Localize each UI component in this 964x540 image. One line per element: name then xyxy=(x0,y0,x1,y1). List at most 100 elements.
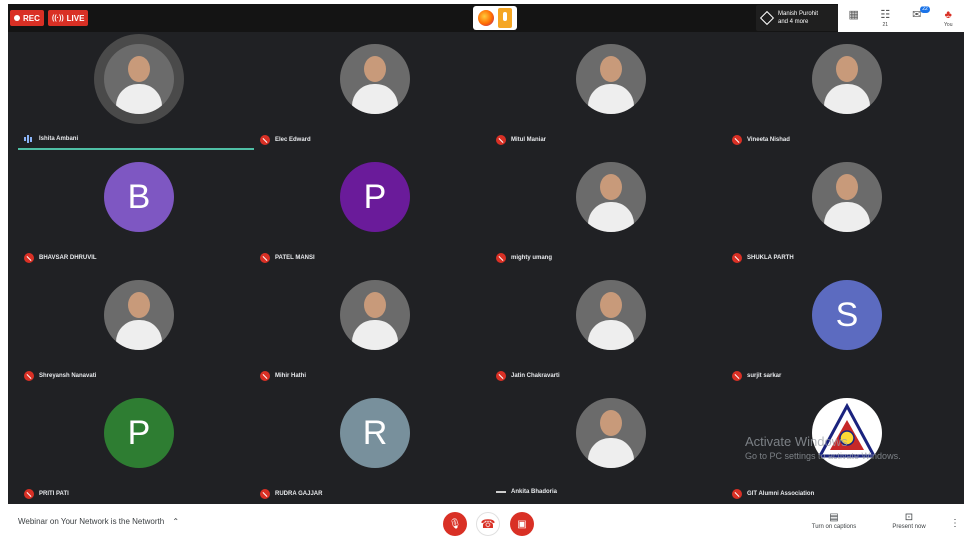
participant-initial-avatar: S xyxy=(812,280,882,350)
presenting-icon xyxy=(759,10,775,26)
hang-up-icon: ☎ xyxy=(480,517,496,531)
camera-off-icon: ▣ xyxy=(517,518,527,530)
audio-level-icon xyxy=(24,135,34,143)
participant-tile[interactable]: Mitul Maniar xyxy=(490,32,726,150)
participant-tile[interactable]: Vineeta Nishad xyxy=(726,32,962,150)
camera-toggle-button[interactable]: ▣ xyxy=(510,512,534,536)
participant-initial-avatar: R xyxy=(340,398,410,468)
presenter-name: Manish Purohit xyxy=(778,11,819,17)
participant-tile[interactable]: Ssurjit sarkar xyxy=(726,268,962,386)
participant-tile[interactable]: P PRITI PATI xyxy=(18,386,254,504)
record-dot-icon xyxy=(14,15,20,21)
participant-photo xyxy=(340,280,410,350)
avatar-initial: P xyxy=(363,177,387,216)
avatar-initial: S xyxy=(835,295,859,334)
mic-muted-icon xyxy=(260,371,270,381)
chat-button[interactable]: ✉ 22 xyxy=(908,6,930,28)
avatar-initial: B xyxy=(127,177,151,216)
participant-name: Shreyansh Nanavati xyxy=(39,373,97,379)
chevron-up-icon: ⌃ xyxy=(172,517,180,526)
participant-tile[interactable]: Shreyansh Nanavati xyxy=(18,268,254,386)
present-now-button[interactable]: ⊡ Present now xyxy=(882,512,936,530)
participant-tile[interactable]: Elec Edward xyxy=(254,32,490,150)
participant-label: Ishita Ambani xyxy=(24,135,78,143)
participant-tile[interactable]: Ishita Ambani xyxy=(18,32,254,150)
present-icon: ⊡ xyxy=(904,512,914,523)
participant-tile[interactable]: Ankita Bhadoria xyxy=(490,386,726,504)
recording-badge: REC xyxy=(10,10,44,26)
participant-tile[interactable]: Mihir Hathi xyxy=(254,268,490,386)
more-options-button[interactable]: ⋮ xyxy=(950,518,960,529)
meeting-title: Webinar on Your Network is the Networth xyxy=(18,517,165,526)
mic-muted-icon xyxy=(496,371,506,381)
participant-name: mighty umang xyxy=(511,255,553,261)
participant-name: surjit sarkar xyxy=(747,373,782,379)
participant-tile[interactable]: R RUDRA GAJJAR xyxy=(254,386,490,504)
participant-label: Vineeta Nishad xyxy=(732,135,790,145)
mic-muted-icon xyxy=(732,489,742,499)
participant-photo xyxy=(576,162,646,232)
presenter-chip[interactable]: Manish Purohit and 4 more xyxy=(756,5,838,31)
participant-tile[interactable]: Jatin Chakravarti xyxy=(490,268,726,386)
watermark-subtitle: Go to PC settings to activate Windows. xyxy=(745,451,901,461)
people-count: 21 xyxy=(882,22,889,28)
participant-name: PATEL MANSI xyxy=(275,255,315,261)
participant-label: PATEL MANSI xyxy=(260,253,315,263)
participant-label: Mitul Maniar xyxy=(496,135,546,145)
people-button[interactable]: ☷ 21 xyxy=(876,8,894,28)
participant-tile[interactable]: P PATEL MANSI xyxy=(254,150,490,268)
activities-button[interactable]: ♣ You xyxy=(939,8,957,28)
info-button[interactable]: ▦ xyxy=(845,8,863,28)
participant-label: Elec Edward xyxy=(260,135,311,145)
meet-window: REC ((·)) LIVE Manish Purohit and 4 more… xyxy=(0,0,964,540)
microphone-toggle-button[interactable]: 🎙︎ xyxy=(443,512,467,536)
participant-name: Vineeta Nishad xyxy=(747,137,790,143)
participant-name: RUDRA GAJJAR xyxy=(275,491,323,497)
people-icon: ☷ xyxy=(880,9,891,21)
participant-initial-avatar: B xyxy=(104,162,174,232)
participant-label: Mihir Hathi xyxy=(260,371,306,381)
top-right-controls: ▦ ☷ 21 ✉ 22 ♣ You xyxy=(838,4,964,32)
captions-icon: ▤ xyxy=(829,512,839,523)
audio-idle-icon xyxy=(496,491,506,493)
participant-photo xyxy=(812,44,882,114)
meeting-details-button[interactable]: Webinar on Your Network is the Networth … xyxy=(18,517,179,526)
participant-label: mighty umang xyxy=(496,253,552,263)
participant-label: Shreyansh Nanavati xyxy=(24,371,96,381)
avatar-initial: R xyxy=(362,413,388,452)
chat-badge: 22 xyxy=(920,6,930,13)
participant-label: BHAVSAR DHRUVIL xyxy=(24,253,97,263)
participant-name: GIT Alumni Association xyxy=(747,491,815,497)
leave-call-button[interactable]: ☎ xyxy=(476,512,500,536)
mic-muted-icon xyxy=(24,253,34,263)
participant-label: RUDRA GAJJAR xyxy=(260,489,322,499)
participant-tile[interactable]: mighty umang xyxy=(490,150,726,268)
participant-label: Jatin Chakravarti xyxy=(496,371,560,381)
top-bar: REC ((·)) LIVE Manish Purohit and 4 more… xyxy=(8,4,964,32)
sharing-indicator[interactable] xyxy=(473,6,517,30)
participant-name: PRITI PATI xyxy=(39,491,69,497)
mic-muted-icon xyxy=(24,489,34,499)
avatar-initial: P xyxy=(127,413,151,452)
live-badge: ((·)) LIVE xyxy=(48,10,88,26)
bottom-bar: Webinar on Your Network is the Networth … xyxy=(0,506,964,540)
mic-muted-icon xyxy=(24,371,34,381)
mic-muted-icon xyxy=(260,135,270,145)
watermark-title: Activate Windows xyxy=(745,434,848,449)
captions-button[interactable]: ▤ Turn on captions xyxy=(806,512,862,530)
mic-muted-icon xyxy=(496,135,506,145)
participant-initial-avatar: P xyxy=(104,398,174,468)
participant-name: Elec Edward xyxy=(275,137,311,143)
participant-label: surjit sarkar xyxy=(732,371,781,381)
participant-initial-avatar: P xyxy=(340,162,410,232)
mic-muted-icon xyxy=(496,253,506,263)
mic-muted-icon xyxy=(260,253,270,263)
activate-windows-watermark: Activate Windows Go to PC settings to ac… xyxy=(745,434,901,461)
participant-label: SHUKLA PARTH xyxy=(732,253,794,263)
participant-tile[interactable]: B BHAVSAR DHRUVIL xyxy=(18,150,254,268)
participant-photo xyxy=(340,44,410,114)
participant-tile[interactable]: SHUKLA PARTH xyxy=(726,150,962,268)
activities-icon: ♣ xyxy=(944,9,952,21)
microphone-in-use-icon xyxy=(498,8,512,28)
participant-photo xyxy=(812,162,882,232)
